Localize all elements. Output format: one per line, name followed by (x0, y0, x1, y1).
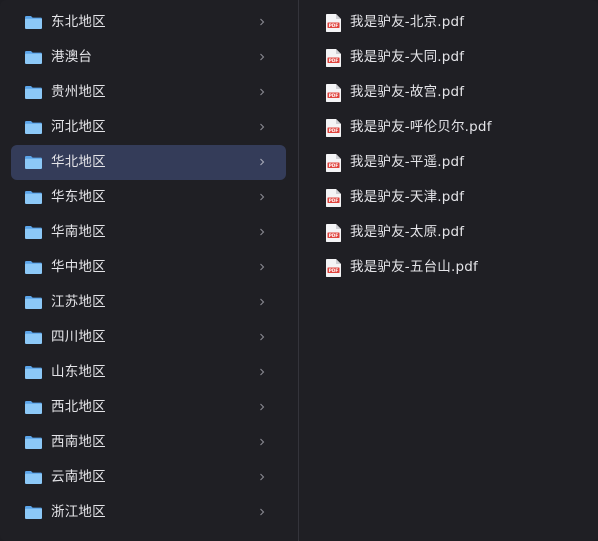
folder-label: 四川地区 (51, 329, 106, 345)
folder-item-jiangsu[interactable]: 江苏地区 (11, 285, 286, 320)
svg-text:PDF: PDF (329, 93, 339, 98)
folder-label: 浙江地区 (51, 504, 106, 520)
chevron-right-icon (260, 438, 265, 446)
svg-text:PDF: PDF (329, 128, 339, 133)
chevron-right-icon (260, 123, 265, 131)
file-label: 我是驴友-呼伦贝尔.pdf (350, 119, 492, 135)
folder-item-dongbei[interactable]: 东北地区 (11, 5, 286, 40)
chevron-right-icon (260, 333, 265, 341)
file-item[interactable]: PDF 我是驴友-太原.pdf (299, 215, 589, 250)
folder-item-hebei[interactable]: 河北地区 (11, 110, 286, 145)
folder-label: 东北地区 (51, 14, 106, 30)
chevron-right-icon (260, 263, 265, 271)
file-label: 我是驴友-北京.pdf (350, 14, 465, 30)
pdf-file-icon: PDF (326, 259, 341, 277)
file-browser-window: 东北地区 港澳台 贵州地区 河北地区 华北地区 华东地区 华南地区 华中地区 江… (0, 0, 598, 541)
folder-label: 云南地区 (51, 469, 106, 485)
folder-icon (25, 506, 42, 519)
folder-label: 西南地区 (51, 434, 106, 450)
chevron-right-icon (260, 18, 265, 26)
svg-text:PDF: PDF (329, 198, 339, 203)
folder-label: 华北地区 (51, 154, 106, 170)
folder-item-huanan[interactable]: 华南地区 (11, 215, 286, 250)
folder-icon (25, 401, 42, 414)
folder-item-zhejiang[interactable]: 浙江地区 (11, 495, 286, 530)
folder-icon (25, 436, 42, 449)
file-label: 我是驴友-太原.pdf (350, 224, 465, 240)
folder-item-gangaotai[interactable]: 港澳台 (11, 40, 286, 75)
file-label: 我是驴友-平遥.pdf (350, 154, 465, 170)
svg-text:PDF: PDF (329, 58, 339, 63)
folder-label: 贵州地区 (51, 84, 106, 100)
pdf-file-icon: PDF (326, 189, 341, 207)
pdf-file-icon: PDF (326, 154, 341, 172)
folder-item-xinan[interactable]: 西南地区 (11, 425, 286, 460)
file-item[interactable]: PDF 我是驴友-平遥.pdf (299, 145, 589, 180)
folder-list: 东北地区 港澳台 贵州地区 河北地区 华北地区 华东地区 华南地区 华中地区 江… (0, 0, 298, 541)
folder-icon (25, 121, 42, 134)
chevron-right-icon (260, 508, 265, 516)
pdf-file-icon: PDF (326, 49, 341, 67)
folder-label: 港澳台 (51, 49, 93, 65)
svg-text:PDF: PDF (329, 23, 339, 28)
folder-label: 华东地区 (51, 189, 106, 205)
svg-text:PDF: PDF (329, 268, 339, 273)
folder-icon (25, 16, 42, 29)
file-label: 我是驴友-天津.pdf (350, 189, 465, 205)
pdf-file-icon: PDF (326, 14, 341, 32)
file-label: 我是驴友-五台山.pdf (350, 259, 478, 275)
folder-icon (25, 331, 42, 344)
folder-label: 河北地区 (51, 119, 106, 135)
folder-icon (25, 226, 42, 239)
folder-icon (25, 51, 42, 64)
file-label: 我是驴友-故宫.pdf (350, 84, 465, 100)
folder-item-huadong[interactable]: 华东地区 (11, 180, 286, 215)
chevron-right-icon (260, 53, 265, 61)
chevron-right-icon (260, 368, 265, 376)
folder-item-huabei[interactable]: 华北地区 (11, 145, 286, 180)
pdf-file-icon: PDF (326, 224, 341, 242)
folder-item-sichuan[interactable]: 四川地区 (11, 320, 286, 355)
svg-text:PDF: PDF (329, 163, 339, 168)
folder-item-huazhong[interactable]: 华中地区 (11, 250, 286, 285)
file-item[interactable]: PDF 我是驴友-天津.pdf (299, 180, 589, 215)
file-item[interactable]: PDF 我是驴友-故宫.pdf (299, 75, 589, 110)
file-item[interactable]: PDF 我是驴友-大同.pdf (299, 40, 589, 75)
folder-icon (25, 296, 42, 309)
folder-icon (25, 471, 42, 484)
folder-label: 华中地区 (51, 259, 106, 275)
folder-item-xibei[interactable]: 西北地区 (11, 390, 286, 425)
folder-icon (25, 261, 42, 274)
chevron-right-icon (260, 158, 265, 166)
chevron-right-icon (260, 473, 265, 481)
file-item[interactable]: PDF 我是驴友-五台山.pdf (299, 250, 589, 285)
folder-icon (25, 86, 42, 99)
folder-label: 江苏地区 (51, 294, 106, 310)
folder-icon (25, 156, 42, 169)
folder-item-yunnan[interactable]: 云南地区 (11, 460, 286, 495)
svg-text:PDF: PDF (329, 233, 339, 238)
pdf-file-icon: PDF (326, 84, 341, 102)
folder-label: 西北地区 (51, 399, 106, 415)
chevron-right-icon (260, 403, 265, 411)
folder-label: 山东地区 (51, 364, 106, 380)
chevron-right-icon (260, 88, 265, 96)
file-item[interactable]: PDF 我是驴友-北京.pdf (299, 5, 589, 40)
folder-item-shandong[interactable]: 山东地区 (11, 355, 286, 390)
chevron-right-icon (260, 193, 265, 201)
folder-icon (25, 366, 42, 379)
folder-icon (25, 191, 42, 204)
file-item[interactable]: PDF 我是驴友-呼伦贝尔.pdf (299, 110, 589, 145)
chevron-right-icon (260, 298, 265, 306)
folder-item-guizhou[interactable]: 贵州地区 (11, 75, 286, 110)
folder-label: 华南地区 (51, 224, 106, 240)
file-label: 我是驴友-大同.pdf (350, 49, 465, 65)
pdf-file-icon: PDF (326, 119, 341, 137)
file-list: PDF 我是驴友-北京.pdf PDF 我是驴友-大同.pdf PDF 我是驴友… (299, 0, 598, 541)
chevron-right-icon (260, 228, 265, 236)
